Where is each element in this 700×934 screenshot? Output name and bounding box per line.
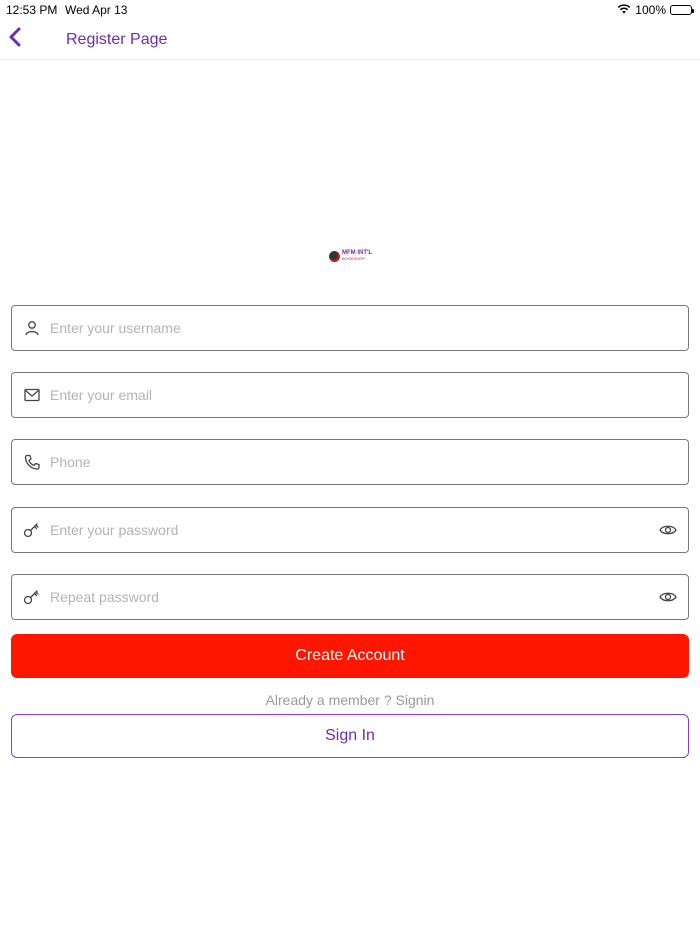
chevron-left-icon <box>9 27 21 52</box>
back-button[interactable] <box>4 26 26 52</box>
create-account-button[interactable]: Create Account <box>11 634 689 678</box>
phone-input[interactable] <box>50 440 688 484</box>
password-field <box>11 507 689 553</box>
key-icon <box>12 589 50 605</box>
username-field <box>11 305 689 351</box>
status-right: 100% <box>617 3 694 17</box>
nav-bar: Register Page <box>0 20 700 60</box>
email-field <box>11 372 689 418</box>
status-bar: 12:53 PM Wed Apr 13 100% <box>0 0 700 20</box>
password-input[interactable] <box>50 508 648 552</box>
status-time: 12:53 PM <box>6 3 58 17</box>
logo-mark <box>329 250 340 262</box>
status-date: Wed Apr 13 <box>65 3 128 17</box>
repeat-password-input[interactable] <box>50 575 648 619</box>
battery-icon <box>670 5 694 15</box>
eye-icon[interactable] <box>648 591 688 603</box>
email-input[interactable] <box>50 373 688 417</box>
phone-icon <box>12 454 50 470</box>
page-title: Register Page <box>66 31 168 48</box>
eye-icon[interactable] <box>648 524 688 536</box>
logo-line-2: BOOKSHOP <box>342 256 365 261</box>
phone-field <box>11 439 689 485</box>
already-member-text: Already a member ? Signin <box>265 692 435 708</box>
battery-percent: 100% <box>635 3 666 17</box>
mail-icon <box>12 388 50 402</box>
app-logo: MFM INT'L BOOKSHOP <box>329 248 373 264</box>
key-icon <box>12 522 50 538</box>
repeat-password-field <box>11 574 689 620</box>
wifi-icon <box>617 3 631 17</box>
user-icon <box>12 320 50 336</box>
username-input[interactable] <box>50 306 688 350</box>
sign-in-button[interactable]: Sign In <box>11 714 689 758</box>
